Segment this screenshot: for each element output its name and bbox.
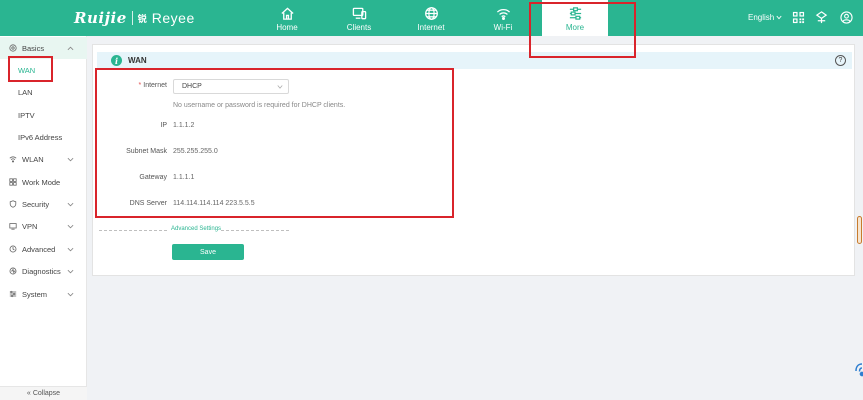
advanced-settings-link[interactable]: Advanced Settings bbox=[171, 226, 221, 232]
nav-tab-home[interactable]: Home bbox=[254, 0, 320, 36]
chevron-down-icon bbox=[67, 202, 74, 207]
nav-tab-label: Clients bbox=[346, 23, 372, 32]
sidebar-item-ipv6-address[interactable]: IPv6 Address bbox=[0, 126, 87, 148]
divider-line-left bbox=[99, 230, 167, 231]
card-header: i WAN ? bbox=[97, 52, 852, 69]
subnet-mask-value: 255.255.255.0 bbox=[173, 148, 218, 155]
nav-tab-label: Wi-Fi bbox=[493, 23, 513, 32]
more-icon bbox=[569, 7, 581, 20]
internet-type-select[interactable]: DHCP bbox=[173, 79, 289, 94]
advanced-settings-divider: Advanced Settings bbox=[99, 226, 289, 234]
double-chevron-left-icon: « bbox=[26, 390, 31, 397]
dhcp-hint: No username or password is required for … bbox=[173, 102, 346, 109]
dns-server-value: 114.114.114.114 223.5.5.5 bbox=[173, 200, 255, 207]
required-mark: * bbox=[138, 82, 142, 89]
sidebar-item-label: LAN bbox=[18, 87, 33, 97]
divider-line-right bbox=[221, 230, 289, 231]
internet-label-text: Internet bbox=[143, 82, 167, 89]
ip-value: 1.1.1.2 bbox=[173, 122, 195, 129]
diagnostics-icon bbox=[9, 267, 17, 275]
brand-sub-name: Reyee bbox=[151, 10, 195, 26]
network-icon[interactable] bbox=[815, 11, 828, 24]
sidebar-group-label: Diagnostics bbox=[22, 266, 61, 276]
nav-tab-more[interactable]: More bbox=[542, 0, 608, 36]
nav-tab-wifi[interactable]: Wi-Fi bbox=[470, 0, 536, 36]
language-selector[interactable]: English bbox=[748, 13, 774, 22]
shield-icon bbox=[9, 200, 17, 208]
help-icon[interactable]: ? bbox=[835, 55, 846, 66]
nav-tab-label: More bbox=[565, 23, 585, 32]
top-navigation-bar: Ruijie 锐 Reyee Home Clients Internet Wi-… bbox=[0, 0, 863, 36]
assistant-icon[interactable] bbox=[852, 360, 863, 382]
advanced-icon bbox=[9, 245, 17, 253]
sidebar-group-label: Security bbox=[22, 199, 50, 209]
save-button[interactable]: Save bbox=[172, 244, 244, 260]
collapse-button[interactable]: « Collapse bbox=[0, 386, 87, 400]
sidebar-item-iptv[interactable]: IPTV bbox=[0, 104, 87, 126]
sidebar-group-label: WLAN bbox=[22, 154, 44, 164]
sidebar-item-label: IPTV bbox=[18, 110, 35, 120]
wan-settings-card: i WAN ? * Internet DHCP No username or pa… bbox=[92, 44, 855, 276]
gateway-value: 1.1.1.1 bbox=[173, 174, 195, 181]
wifi-icon bbox=[496, 8, 510, 20]
sidebar-group-label: Work Mode bbox=[22, 177, 61, 187]
sidebar-group-basics[interactable]: Basics bbox=[0, 37, 87, 59]
wifi-icon bbox=[9, 156, 17, 163]
brand-sub-mark: 锐 bbox=[137, 13, 147, 24]
sidebar-group-advanced[interactable]: Advanced bbox=[0, 238, 87, 260]
sidebar-item-lan[interactable]: LAN bbox=[0, 81, 87, 103]
scrollbar-thumb[interactable] bbox=[857, 216, 862, 244]
brand-divider bbox=[131, 11, 133, 25]
internet-label: * Internet bbox=[97, 82, 167, 89]
basics-icon bbox=[9, 44, 17, 52]
chevron-down-icon bbox=[67, 224, 74, 229]
sidebar-group-label: Basics bbox=[22, 43, 45, 53]
sidebar-group-work-mode[interactable]: Work Mode bbox=[0, 171, 87, 193]
sidebar-item-label: IPv6 Address bbox=[18, 132, 63, 142]
subnet-mask-label: Subnet Mask bbox=[126, 148, 167, 155]
sidebar-item-label: WAN bbox=[18, 65, 36, 75]
sidebar-item-wan[interactable]: WAN bbox=[0, 59, 87, 81]
brand-name: Ruijie bbox=[74, 9, 127, 27]
sidebar-group-wlan[interactable]: WLAN bbox=[0, 148, 87, 170]
chevron-up-icon bbox=[67, 46, 74, 51]
collapse-label: Collapse bbox=[32, 390, 61, 397]
home-icon bbox=[280, 7, 294, 20]
gateway-label: Gateway bbox=[139, 174, 167, 181]
sidebar-group-label: VPN bbox=[22, 221, 38, 231]
internet-type-value: DHCP bbox=[182, 83, 202, 90]
nav-tab-label: Internet bbox=[417, 23, 445, 32]
ip-label: IP bbox=[160, 122, 167, 129]
chevron-down-icon bbox=[67, 247, 74, 252]
chevron-down-icon bbox=[67, 292, 74, 297]
sidebar-group-label: System bbox=[22, 289, 48, 299]
user-icon[interactable] bbox=[840, 11, 853, 24]
sidebar-group-diagnostics[interactable]: Diagnostics bbox=[0, 260, 87, 282]
clients-icon bbox=[352, 7, 366, 20]
page-title: WAN bbox=[128, 56, 147, 65]
nav-tab-internet[interactable]: Internet bbox=[398, 0, 464, 36]
system-icon bbox=[9, 290, 17, 298]
chevron-down-icon bbox=[67, 157, 74, 162]
work-mode-icon bbox=[9, 178, 17, 186]
nav-tab-label: Home bbox=[276, 23, 298, 32]
sidebar: Basics WAN LAN IPTV IPv6 Address WLAN Wo… bbox=[0, 36, 87, 400]
vpn-icon bbox=[9, 223, 17, 230]
nav-tab-clients[interactable]: Clients bbox=[326, 0, 392, 36]
chevron-down-icon bbox=[277, 85, 283, 89]
chevron-down-icon bbox=[776, 15, 782, 20]
brand-logo: Ruijie 锐 Reyee bbox=[74, 9, 195, 27]
sidebar-group-label: Advanced bbox=[22, 244, 56, 254]
sidebar-group-vpn[interactable]: VPN bbox=[0, 215, 87, 237]
qr-code-icon[interactable] bbox=[792, 11, 805, 24]
globe-icon bbox=[424, 7, 438, 20]
sidebar-group-system[interactable]: System bbox=[0, 283, 87, 305]
info-icon: i bbox=[111, 55, 122, 66]
sidebar-group-security[interactable]: Security bbox=[0, 193, 87, 215]
dns-server-label: DNS Server bbox=[129, 200, 167, 207]
chevron-down-icon bbox=[67, 269, 74, 274]
